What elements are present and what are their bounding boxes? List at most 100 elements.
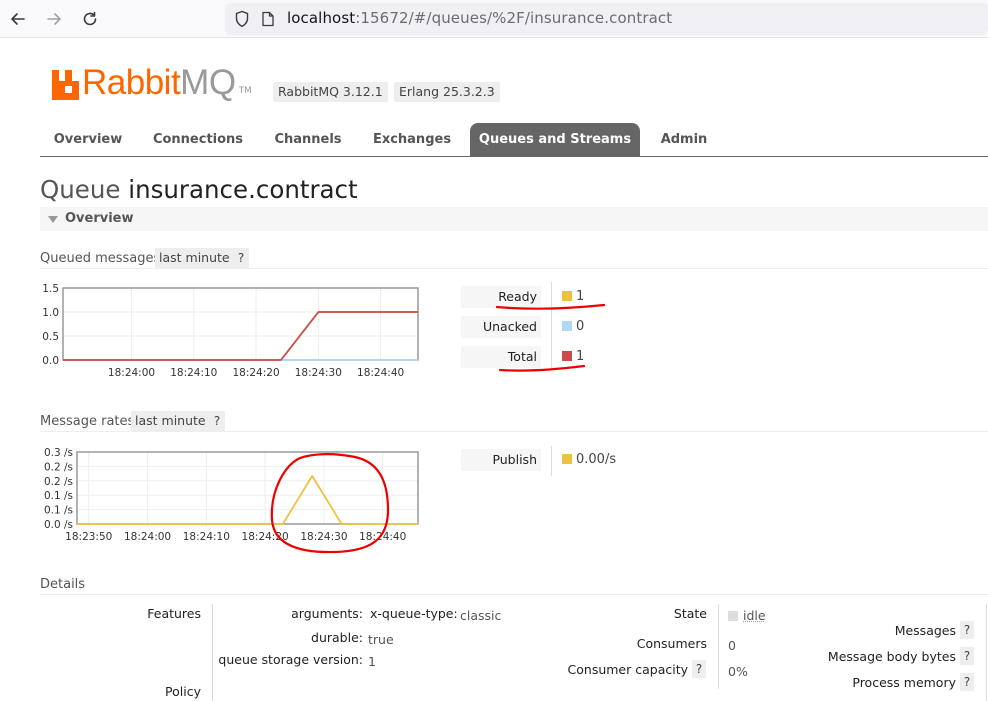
legend-total-label: Total: [461, 346, 541, 368]
queued-messages-help[interactable]: ?: [233, 248, 249, 268]
tab-overview[interactable]: Overview: [40, 123, 136, 156]
tab-exchanges[interactable]: Exchanges: [362, 123, 462, 156]
page-title: Queue insurance.contract: [40, 175, 358, 204]
rabbitmq-version-badge: RabbitMQ 3.12.1: [273, 82, 388, 102]
durable-label: durable:: [311, 630, 363, 645]
y-tick-label: 1.0: [42, 307, 59, 319]
legend-divider: [551, 446, 552, 476]
y-tick-label: 0.1 /s: [44, 505, 73, 517]
consumers-value: 0: [728, 638, 736, 653]
consumer-capacity-help[interactable]: ?: [692, 660, 706, 678]
y-tick-label: 0.0: [42, 355, 59, 367]
x-tick-label: 18:24:10: [170, 367, 217, 379]
y-tick-label: 0.3 /s: [44, 447, 73, 459]
queued-messages-range-select[interactable]: last minute: [155, 248, 234, 268]
message-body-bytes-label: Message body bytes: [827, 649, 956, 664]
details-title: Details: [40, 577, 86, 592]
features-label: Features: [147, 606, 201, 621]
legend-ready-label: Ready: [461, 286, 541, 308]
url-text[interactable]: localhost:15672/#/queues/%2F/insurance.c…: [287, 9, 672, 27]
address-bar[interactable]: localhost:15672/#/queues/%2F/insurance.c…: [225, 3, 988, 35]
policy-label: Policy: [165, 684, 201, 699]
process-memory-help[interactable]: ?: [960, 673, 974, 691]
x-tick-label: 18:24:30: [300, 531, 347, 543]
messages-label: Messages: [894, 623, 956, 638]
storage-version-value: 1: [368, 654, 376, 669]
message-body-bytes-help[interactable]: ?: [960, 647, 974, 665]
tab-connections[interactable]: Connections: [142, 123, 254, 156]
arguments-label: arguments:: [291, 606, 363, 621]
y-tick-label: 0.0 /s: [44, 519, 73, 531]
shield-icon[interactable]: [234, 10, 250, 28]
x-tick-label: 18:24:20: [242, 531, 289, 543]
legend-total-swatch: [562, 351, 572, 361]
consumer-capacity-label: Consumer capacity: [567, 662, 688, 677]
legend-total-value: 1: [576, 349, 585, 364]
legend-publish-label: Publish: [461, 449, 541, 471]
y-tick-label: 1.5: [42, 283, 59, 295]
y-tick-label: 0.2 /s: [44, 461, 73, 473]
x-tick-label: 18:23:50: [65, 531, 112, 543]
x-tick-label: 18:24:30: [295, 367, 342, 379]
page-icon[interactable]: [261, 11, 275, 27]
idle-state-icon: [728, 611, 738, 621]
x-tick-label: 18:24:40: [357, 367, 404, 379]
details-divider: [212, 604, 213, 701]
messages-help[interactable]: ?: [960, 621, 974, 639]
legend-publish-swatch: [562, 454, 572, 464]
state-label: State: [673, 606, 707, 621]
legend-unacked-label: Unacked: [461, 316, 541, 338]
argument-value: classic: [460, 608, 502, 623]
queued-messages-title: Queued messages: [40, 251, 161, 266]
erlang-version-badge: Erlang 25.3.2.3: [394, 82, 500, 102]
legend-ready-value: 1: [576, 289, 585, 304]
main-nav-tabs: Overview Connections Channels Exchanges …: [40, 123, 988, 157]
queued-messages-chart: 1.5 1.0 0.5 0.0 18:24:00 18:24:10 18:24:20 18:2…: [42, 283, 419, 379]
overview-section-toggle[interactable]: Overview: [40, 207, 988, 231]
y-tick-label: 0.2 /s: [44, 476, 73, 488]
process-memory-label: Process memory: [852, 675, 956, 690]
details-divider: [986, 604, 987, 701]
chart-plot-area: [62, 287, 419, 361]
state-value: idle: [743, 608, 766, 623]
consumers-label: Consumers: [636, 636, 707, 651]
x-tick-label: 18:24:00: [108, 367, 155, 379]
collapse-triangle-icon: [48, 216, 58, 223]
logo-wordmark: RabbitMQ: [82, 63, 236, 102]
message-rates-title: Message rates: [40, 414, 135, 429]
details-divider: [718, 604, 719, 689]
divider: [40, 268, 988, 269]
tab-channels[interactable]: Channels: [262, 123, 354, 156]
chart-plot-area: [76, 451, 419, 525]
reload-icon[interactable]: [78, 7, 102, 31]
message-rates-chart: 0.3 /s0.2 /s0.2 /s0.1 /s0.1 /s0.0 /s18:2…: [44, 447, 419, 543]
message-rates-help[interactable]: ?: [209, 411, 225, 431]
message-rates-range-select[interactable]: last minute: [131, 411, 210, 431]
legend-divider: [551, 282, 552, 370]
divider: [40, 594, 988, 595]
browser-toolbar: localhost:15672/#/queues/%2F/insurance.c…: [0, 0, 988, 38]
argument-key: x-queue-type:: [370, 606, 458, 621]
divider: [40, 431, 988, 432]
tab-admin[interactable]: Admin: [650, 123, 718, 156]
x-tick-label: 18:24:40: [359, 531, 406, 543]
forward-icon[interactable]: [42, 7, 66, 31]
x-tick-label: 18:24:10: [183, 531, 230, 543]
back-icon[interactable]: [6, 7, 30, 31]
legend-ready-swatch: [562, 291, 572, 301]
y-tick-label: 0.1 /s: [44, 490, 73, 502]
rabbit-logo-icon: [52, 70, 79, 100]
tab-queues-and-streams[interactable]: Queues and Streams: [470, 123, 640, 156]
y-tick-label: 0.5: [42, 331, 59, 343]
overview-section-title: Overview: [65, 211, 134, 226]
legend-unacked-value: 0: [576, 319, 585, 334]
x-tick-label: 18:24:00: [124, 531, 171, 543]
legend-publish-value: 0.00/s: [576, 452, 617, 467]
logo-trademark: TM: [238, 86, 252, 96]
rabbitmq-logo[interactable]: RabbitMQ TM: [52, 63, 252, 102]
x-tick-label: 18:24:20: [232, 367, 279, 379]
durable-value: true: [368, 632, 394, 647]
legend-unacked-swatch: [562, 321, 572, 331]
consumer-capacity-value: 0%: [728, 664, 748, 679]
storage-version-label: queue storage version:: [218, 652, 363, 667]
